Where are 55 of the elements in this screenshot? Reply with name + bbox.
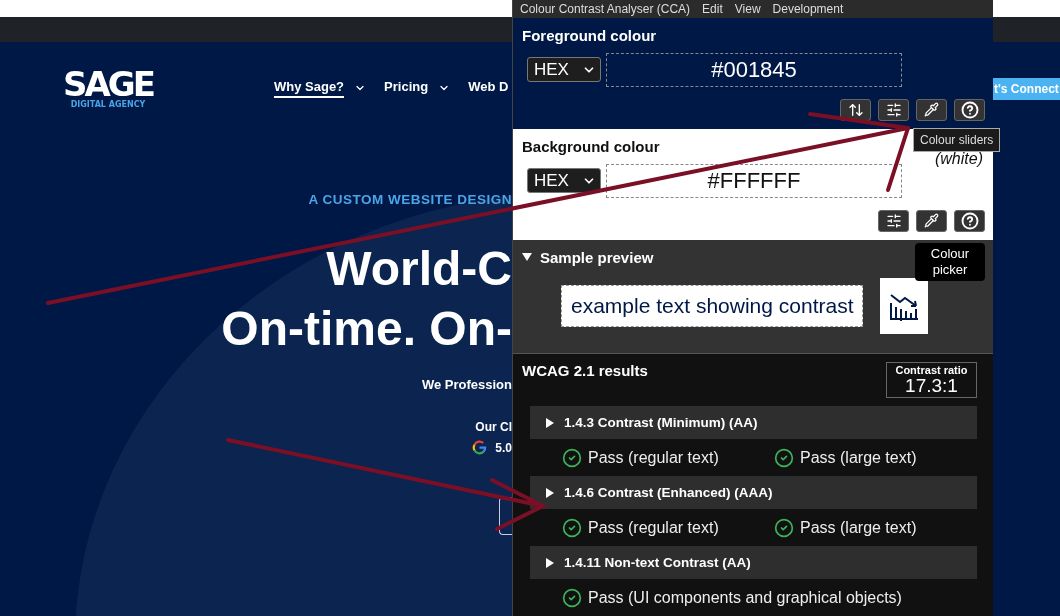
- collapse-triangle-icon: [522, 252, 532, 263]
- hex-input-field[interactable]: #001845: [606, 52, 902, 87]
- nav-link[interactable]: Web D: [468, 78, 509, 98]
- logo-tagline: DIGITAL AGENCY: [70, 99, 146, 109]
- section-title: Background colour: [522, 137, 660, 155]
- eyedropper-button[interactable]: [916, 98, 947, 121]
- result-label: Pass (UI components and graphical objects): [588, 588, 902, 607]
- menu-item[interactable]: View: [734, 1, 761, 16]
- nav-link[interactable]: Why Sage?: [274, 78, 367, 98]
- help-button[interactable]: [954, 98, 985, 121]
- eyebrow-text: A CUSTOM WEBSITE DESIGN: [308, 192, 512, 207]
- swap-button[interactable]: [840, 98, 871, 121]
- menu-item[interactable]: Colour Contrast Analyser (CCA): [520, 1, 691, 16]
- headline: World-C: [326, 241, 512, 297]
- eyedropper-icon: [924, 102, 939, 118]
- help-icon: [960, 211, 979, 230]
- logo-wordmark[interactable]: SAGE: [63, 67, 153, 100]
- sample-text: example text showing contrast: [561, 284, 864, 327]
- swap-arrows-icon: [847, 101, 864, 118]
- reviews-label: Our Cl: [475, 420, 512, 434]
- g-logo-icon: [472, 440, 488, 455]
- ratio-value: 17.3:1: [905, 376, 958, 396]
- expand-triangle-icon: [545, 417, 555, 428]
- sliders-button[interactable]: [878, 98, 909, 121]
- headline: On-time. On-: [221, 301, 512, 357]
- results-title: WCAG 2.1 results: [522, 362, 648, 379]
- help-button[interactable]: [954, 209, 985, 232]
- rating-value: 5.0: [495, 440, 512, 455]
- menu-item[interactable]: Development: [772, 1, 844, 16]
- criterion-toggle[interactable]: 1.4.6 Contrast (Enhanced) (AAA): [530, 476, 977, 509]
- eyedropper-button[interactable]: [916, 209, 947, 232]
- criterion-toggle[interactable]: 1.4.11 Non-text Contrast (AA): [530, 546, 977, 579]
- hex-input-field[interactable]: #FFFFFF: [606, 163, 902, 198]
- menu-item[interactable]: Edit: [702, 1, 723, 16]
- sliders-button[interactable]: [878, 209, 909, 232]
- section-title: Foreground colour: [522, 26, 657, 44]
- eyedropper-icon: [924, 213, 939, 229]
- tooltip: Colour picker: [915, 243, 985, 281]
- sliders-icon: [885, 101, 902, 118]
- format-select[interactable]: HEX: [527, 57, 601, 83]
- result-label: Pass (large text): [800, 448, 917, 467]
- result-label: Pass (large text): [800, 518, 917, 537]
- result-label: Pass (regular text): [588, 448, 719, 467]
- colour-name: (white): [935, 149, 983, 168]
- ratio-label: Contrast ratio: [895, 364, 968, 376]
- expand-triangle-icon: [545, 487, 555, 498]
- criterion-toggle[interactable]: 1.4.3 Contrast (Minimum) (AA): [530, 406, 977, 439]
- nav-link[interactable]: Pricing: [384, 78, 451, 98]
- sliders-icon: [885, 212, 902, 229]
- result-label: Pass (regular text): [588, 518, 719, 537]
- format-select[interactable]: HEX: [527, 168, 601, 194]
- subtitle: We Profession: [421, 377, 512, 392]
- tooltip: Colour sliders: [913, 128, 1001, 152]
- expand-triangle-icon: [545, 557, 555, 568]
- help-icon: [960, 100, 979, 119]
